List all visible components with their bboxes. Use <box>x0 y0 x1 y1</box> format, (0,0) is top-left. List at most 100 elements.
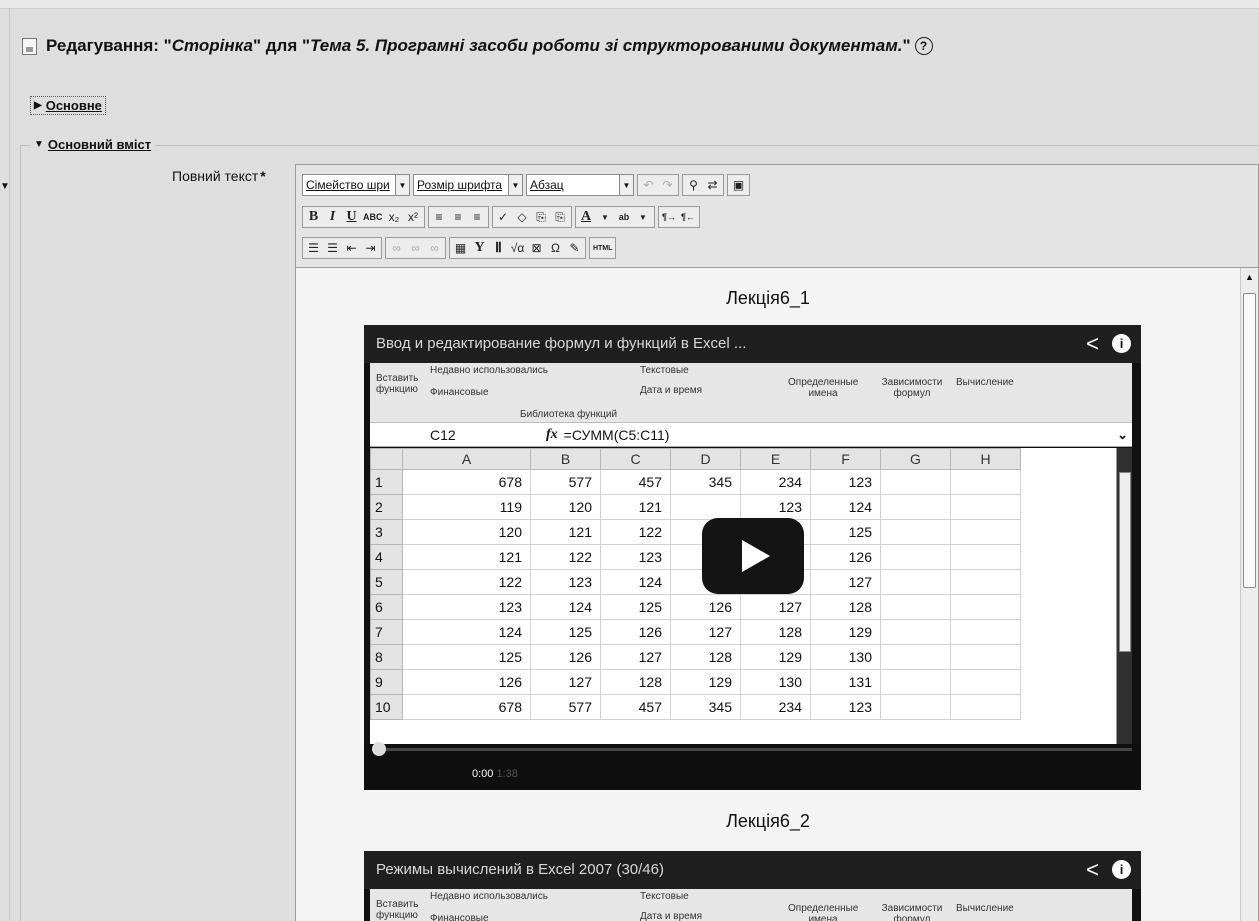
sheet-cell <box>950 694 1021 720</box>
collapse-caret-icon[interactable]: ▼ <box>0 181 10 192</box>
anchor-icon[interactable]: ∞ <box>425 238 444 258</box>
outdent-icon[interactable]: ⇤ <box>342 238 361 258</box>
numbered-list-icon[interactable]: ☰ <box>323 238 342 258</box>
align-center-icon[interactable]: ≡ <box>449 207 468 227</box>
find-icon[interactable]: ⚲ <box>684 175 703 195</box>
highlight-color-icon[interactable]: ab <box>615 207 634 227</box>
sheet-cell: 125 <box>530 619 601 645</box>
fullscreen-icon[interactable]: ▣ <box>729 175 748 195</box>
remove-format-icon[interactable]: ◇ <box>513 207 532 227</box>
time-total: 1:38 <box>496 768 518 780</box>
font-size-select[interactable]: Розмір шрифта ▼ <box>413 174 523 196</box>
italic-icon[interactable]: I <box>323 207 342 227</box>
text-color-icon[interactable]: A <box>577 207 596 227</box>
ribbon-deps: Зависимости формул <box>881 903 943 921</box>
font-family-value: Сімейство шри <box>306 178 390 192</box>
format-select[interactable]: Абзац ▼ <box>526 174 634 196</box>
row-header: 3 <box>370 519 403 545</box>
link-icon[interactable]: ∞ <box>387 238 406 258</box>
share-icon[interactable]: < <box>1086 857 1099 883</box>
sheet-cell <box>880 644 951 670</box>
unlink-icon[interactable]: ∞ <box>406 238 425 258</box>
video-title-1[interactable]: Ввод и редактирование формул и функций в… <box>376 335 746 352</box>
sheet-cell: 457 <box>600 694 671 720</box>
ribbon-insert: Вставить функцию <box>376 899 419 921</box>
align-left-icon[interactable]: ≡ <box>430 207 449 227</box>
toolbar-row-2: B I U ABC x₂ x² ≡ ≡ ≡ ✓ ◇ ⎘ ⎘ A ▼ ab ▼ ¶… <box>302 205 700 229</box>
undo-icon[interactable]: ↶ <box>639 175 658 195</box>
bold-icon[interactable]: B <box>304 207 323 227</box>
image-icon[interactable]: ▦ <box>451 238 470 258</box>
font-size-value: Розмір шрифта <box>417 178 503 192</box>
info-icon[interactable]: i <box>1112 334 1131 353</box>
info-icon[interactable]: i <box>1112 860 1131 879</box>
nonbreaking-icon[interactable]: ⊠ <box>527 238 546 258</box>
progress-bar[interactable] <box>372 742 1132 756</box>
ribbon-recent: Недавно использовались <box>430 891 548 902</box>
play-icon[interactable] <box>702 518 804 594</box>
chevron-down-icon: ▼ <box>508 175 522 195</box>
video-player-2[interactable]: Режимы вычислений в Excel 2007 (30/46) <… <box>364 851 1141 921</box>
direction-group: ¶→ ¶← <box>657 206 700 228</box>
html-source-icon[interactable]: HTML <box>591 238 614 258</box>
edit-icon[interactable]: ✎ <box>565 238 584 258</box>
subscript-icon[interactable]: x₂ <box>385 207 404 227</box>
editor-scrollbar[interactable]: ▲ <box>1240 268 1258 921</box>
sheet-cell: 129 <box>740 644 811 670</box>
rich-text-editor[interactable]: Сімейство шри ▼ Розмір шрифта ▼ Абзац ▼ ↶ ↷… <box>295 164 1259 921</box>
rtl-icon[interactable]: ¶← <box>679 207 698 227</box>
paste-text-icon[interactable]: ⎘ <box>532 207 551 227</box>
column-header: F <box>810 448 881 470</box>
ltr-icon[interactable]: ¶→ <box>660 207 679 227</box>
section-content-toggle[interactable]: ▼ Основний вміст <box>30 137 156 152</box>
section-basic-toggle[interactable]: ▶ Основне <box>30 96 106 115</box>
replace-icon[interactable]: ⇄ <box>703 175 722 195</box>
bullet-list-icon[interactable]: ☰ <box>304 238 323 258</box>
equation-icon[interactable]: √α <box>508 238 527 258</box>
sheet-cell: 128 <box>670 644 741 670</box>
cleanup-icon[interactable]: ✓ <box>494 207 513 227</box>
align-right-icon[interactable]: ≡ <box>468 207 487 227</box>
sheet-cell: 124 <box>530 594 601 620</box>
scroll-up-icon[interactable]: ▲ <box>1245 272 1254 282</box>
share-icon[interactable]: < <box>1086 331 1099 357</box>
superscript-icon[interactable]: x² <box>404 207 423 227</box>
sheet-cell: 121 <box>530 519 601 545</box>
scroll-thumb[interactable] <box>1243 293 1256 588</box>
redo-icon[interactable]: ↷ <box>658 175 677 195</box>
editor-content-area[interactable]: Лекція6_1 Ввод и редактирование формул и… <box>296 267 1258 921</box>
chevron-down-icon[interactable]: ▼ <box>634 207 653 227</box>
moodle-media-icon[interactable]: Ⅱ <box>489 238 508 258</box>
fieldset-border-top <box>20 145 1259 146</box>
toolbar-row-3: ☰ ☰ ⇤ ⇥ ∞ ∞ ∞ ▦ Y Ⅱ √α ⊠ Ω ✎ HTML <box>302 236 617 260</box>
sheet-cell: 345 <box>670 469 741 495</box>
title-type: Сторінка <box>171 36 253 55</box>
top-border <box>0 0 1259 9</box>
ribbon-calc: Вычисление <box>956 903 1014 914</box>
video-title-2[interactable]: Режимы вычислений в Excel 2007 (30/46) <box>376 861 664 878</box>
sheet-cell: 119 <box>402 494 531 520</box>
sheet-cell: 130 <box>810 644 881 670</box>
sheet-cell: 125 <box>810 519 881 545</box>
sheet-cell: 128 <box>810 594 881 620</box>
help-icon[interactable]: ? <box>914 37 933 55</box>
sheet-cell: 122 <box>600 519 671 545</box>
sheet-cell: 678 <box>402 694 531 720</box>
ribbon-text: Текстовые <box>640 365 689 376</box>
chevron-down-icon[interactable]: ▼ <box>596 207 615 227</box>
sheet-cell <box>880 494 951 520</box>
formula-bar: C12 fx =СУММ(C5:C11) ⌄ <box>370 423 1132 447</box>
font-family-select[interactable]: Сімейство шри ▼ <box>302 174 410 196</box>
lecture-title-2: Лекція6_2 <box>726 811 810 831</box>
video-player-1[interactable]: Ввод и редактирование формул и функций в… <box>364 325 1141 790</box>
media-icon[interactable]: Y <box>470 238 489 258</box>
underline-icon[interactable]: U <box>342 207 361 227</box>
strikethrough-icon[interactable]: ABC <box>361 207 385 227</box>
paste-word-icon[interactable]: ⎘ <box>551 207 570 227</box>
excel-ribbon: Вставить функцию Недавно использовались … <box>370 363 1132 423</box>
sheet-cell: 234 <box>740 469 811 495</box>
indent-icon[interactable]: ⇥ <box>361 238 380 258</box>
column-header: A <box>402 448 531 470</box>
progress-handle[interactable] <box>372 742 386 756</box>
special-char-icon[interactable]: Ω <box>546 238 565 258</box>
